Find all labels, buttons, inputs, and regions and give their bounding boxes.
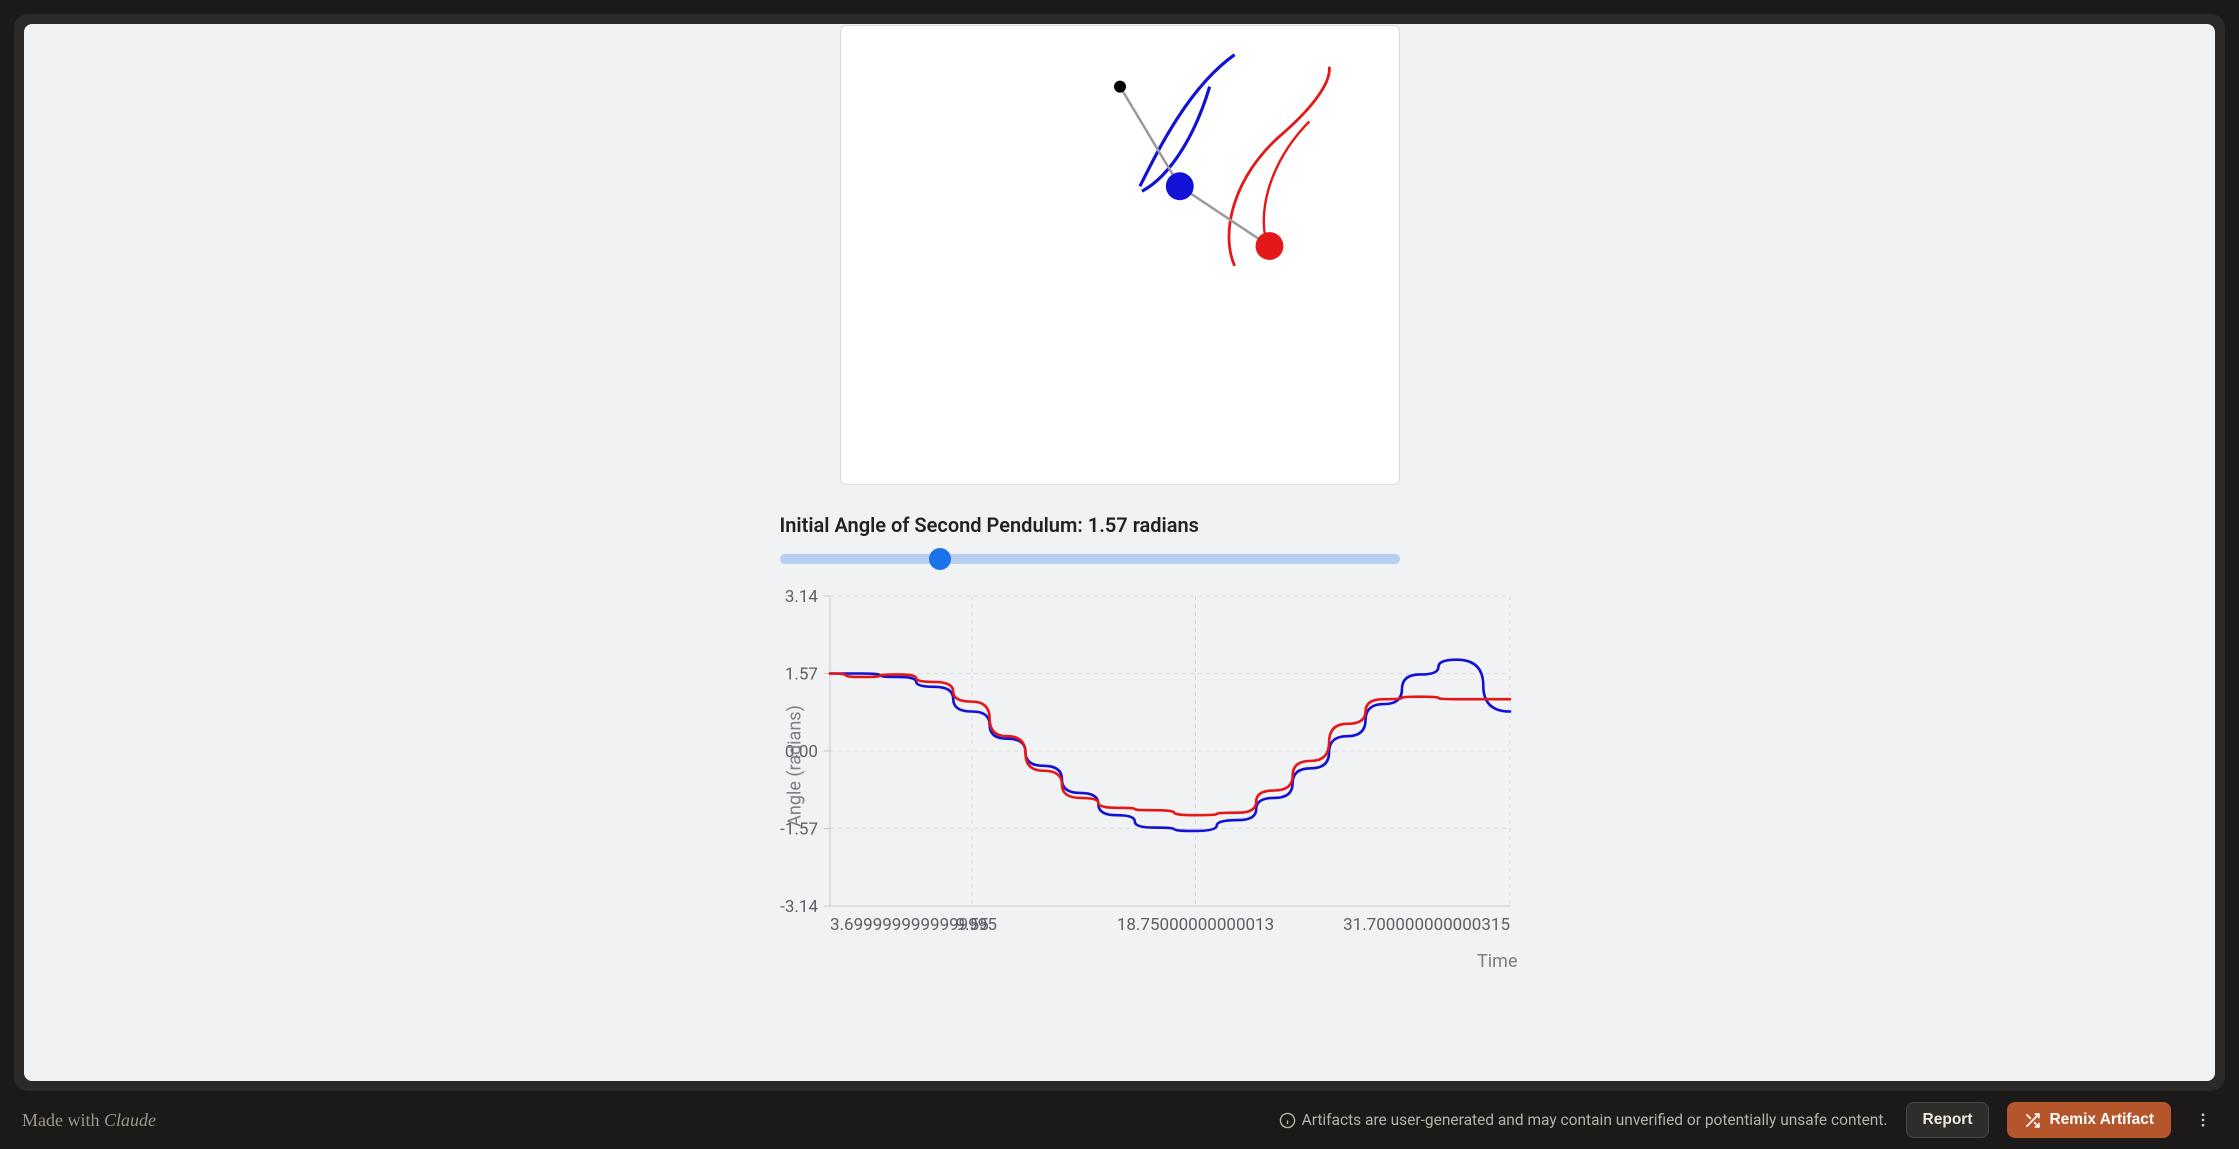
artifact-warning-text: Artifacts are user-generated and may con… [1302, 1111, 1888, 1129]
artifact-frame: Initial Angle of Second Pendulum: 1.57 r… [14, 14, 2225, 1091]
made-with-claude: Made with Claude [22, 1110, 156, 1131]
svg-text:1.57: 1.57 [784, 665, 817, 685]
remix-button-label: Remix Artifact [2049, 1111, 2154, 1129]
shuffle-icon [2024, 1112, 2041, 1129]
svg-text:-3.14: -3.14 [780, 897, 818, 917]
svg-text:3.14: 3.14 [784, 587, 818, 607]
angle-time-chart: Angle (radians) -3.14-1.570.001.573.143.… [740, 586, 1520, 946]
chart-svg: -3.14-1.570.001.573.143.6999999999999995… [740, 586, 1520, 946]
svg-text:31.700000000000315: 31.700000000000315 [1343, 915, 1510, 935]
artifact-scroll-region[interactable]: Initial Angle of Second Pendulum: 1.57 r… [24, 24, 2215, 1081]
svg-text:9.55: 9.55 [955, 915, 988, 935]
kebab-icon [2194, 1111, 2212, 1129]
info-icon [1279, 1112, 1296, 1129]
pendulum-svg [841, 26, 1399, 485]
slider-value-text: 1.57 radians [1088, 513, 1199, 537]
initial-angle-slider[interactable] [780, 554, 1400, 564]
slider-label-prefix: Initial Angle of Second Pendulum: [780, 513, 1088, 537]
svg-text:18.75000000000013: 18.75000000000013 [1116, 915, 1273, 935]
chart-y-axis-label: Angle (radians) [784, 705, 805, 827]
report-button[interactable]: Report [1906, 1102, 1990, 1138]
remix-artifact-button[interactable]: Remix Artifact [2007, 1102, 2171, 1138]
report-button-label: Report [1923, 1111, 1973, 1129]
artifact-viewport: Initial Angle of Second Pendulum: 1.57 r… [24, 24, 2215, 1081]
slider-label: Initial Angle of Second Pendulum: 1.57 r… [780, 513, 1460, 537]
pendulum-canvas [840, 25, 1400, 485]
artifact-warning: Artifacts are user-generated and may con… [1279, 1111, 1888, 1129]
chart-x-axis-label: Time [1477, 951, 1517, 972]
brand-text: Claude [104, 1110, 156, 1130]
footer-bar: Made with Claude Artifacts are user-gene… [0, 1091, 2239, 1149]
more-menu-button[interactable] [2189, 1102, 2217, 1138]
made-with-text: Made with [22, 1110, 104, 1130]
